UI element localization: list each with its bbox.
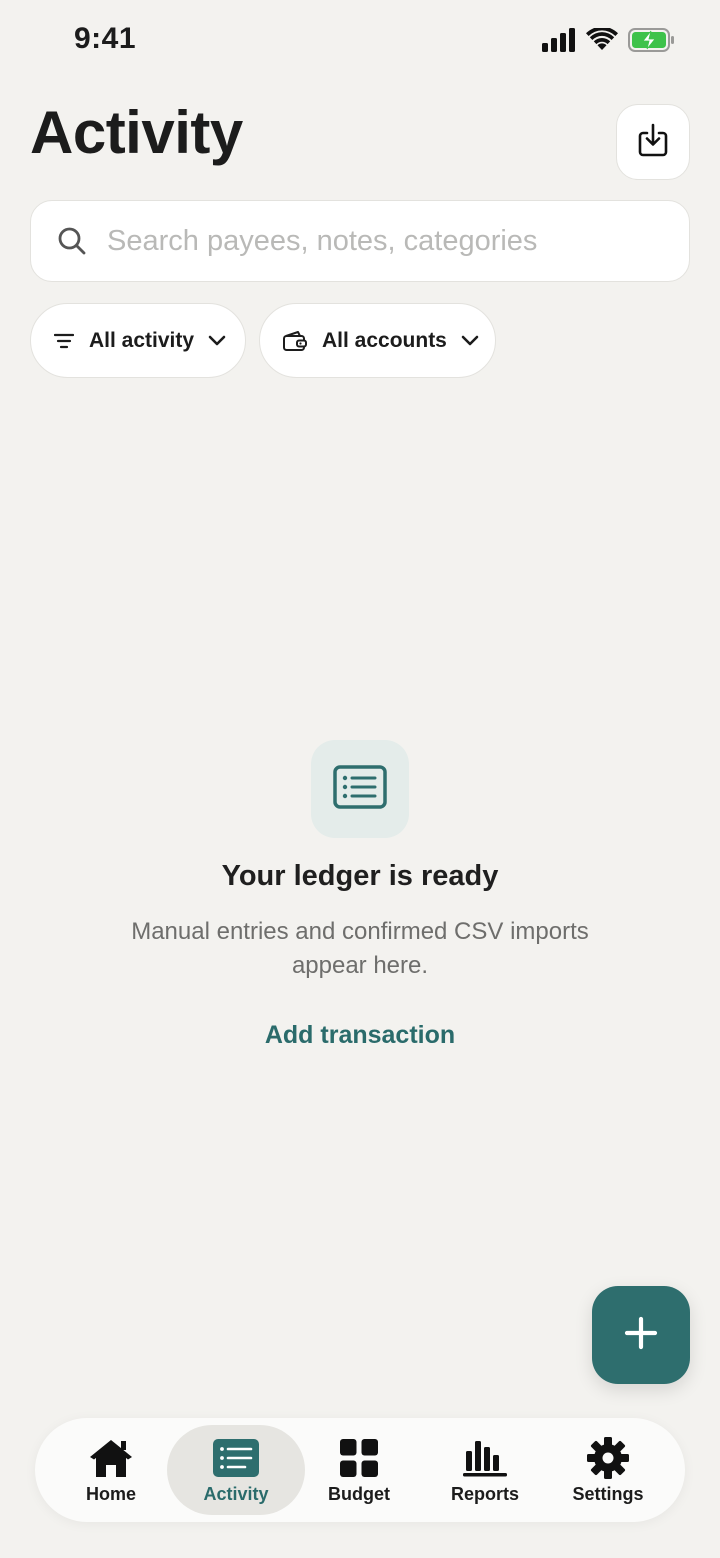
add-transaction-link[interactable]: Add transaction <box>265 1021 455 1050</box>
budget-grid-icon <box>309 1438 409 1478</box>
export-button[interactable] <box>616 104 690 180</box>
download-icon <box>638 123 668 162</box>
wifi-icon <box>586 26 618 57</box>
chevron-down-icon <box>461 335 479 347</box>
empty-state-title: Your ledger is ready <box>221 860 499 892</box>
empty-state-description: Manual entries and confirmed CSV imports… <box>131 918 589 979</box>
reports-bar-icon <box>431 1438 539 1478</box>
empty-state: Your ledger is ready Manual entries and … <box>0 740 720 1050</box>
tab-settings[interactable]: Settings <box>557 1418 659 1522</box>
tab-budget-label: Budget <box>328 1484 390 1504</box>
search-bar[interactable] <box>30 200 690 282</box>
ledger-icon <box>333 764 387 814</box>
status-bar: 9:41 <box>0 0 720 84</box>
bottom-tab-bar: Home Activity Budget Reports Settings <box>35 1418 685 1522</box>
status-icons <box>542 26 676 57</box>
tab-reports-label: Reports <box>450 1484 519 1504</box>
accounts-filter-dropdown[interactable]: All accounts <box>259 303 496 378</box>
gear-icon <box>557 1437 659 1479</box>
activity-filter-label: All activity <box>89 328 195 352</box>
home-icon <box>61 1438 161 1478</box>
add-transaction-fab[interactable] <box>592 1286 690 1384</box>
tab-home[interactable]: Home <box>61 1418 161 1522</box>
cellular-signal-icon <box>542 28 576 57</box>
chevron-down-icon <box>208 335 226 347</box>
tab-activity[interactable]: Activity <box>167 1425 305 1515</box>
accounts-filter-label: All accounts <box>322 328 447 352</box>
tab-home-label: Home <box>85 1484 136 1504</box>
search-input[interactable] <box>107 224 667 258</box>
tab-settings-label: Settings <box>572 1484 644 1504</box>
plus-icon <box>624 1316 658 1355</box>
filter-lines-icon <box>53 333 75 349</box>
tab-reports[interactable]: Reports <box>431 1418 539 1522</box>
tab-budget[interactable]: Budget <box>309 1418 409 1522</box>
activity-filter-dropdown[interactable]: All activity <box>30 303 246 378</box>
page-title: Activity <box>30 99 243 166</box>
search-icon <box>55 224 89 258</box>
status-time: 9:41 <box>74 22 137 55</box>
activity-list-icon <box>167 1438 305 1478</box>
battery-charging-icon <box>628 28 676 57</box>
tab-activity-label: Activity <box>203 1484 269 1504</box>
wallet-icon <box>282 330 308 352</box>
empty-state-icon-container <box>311 740 409 838</box>
